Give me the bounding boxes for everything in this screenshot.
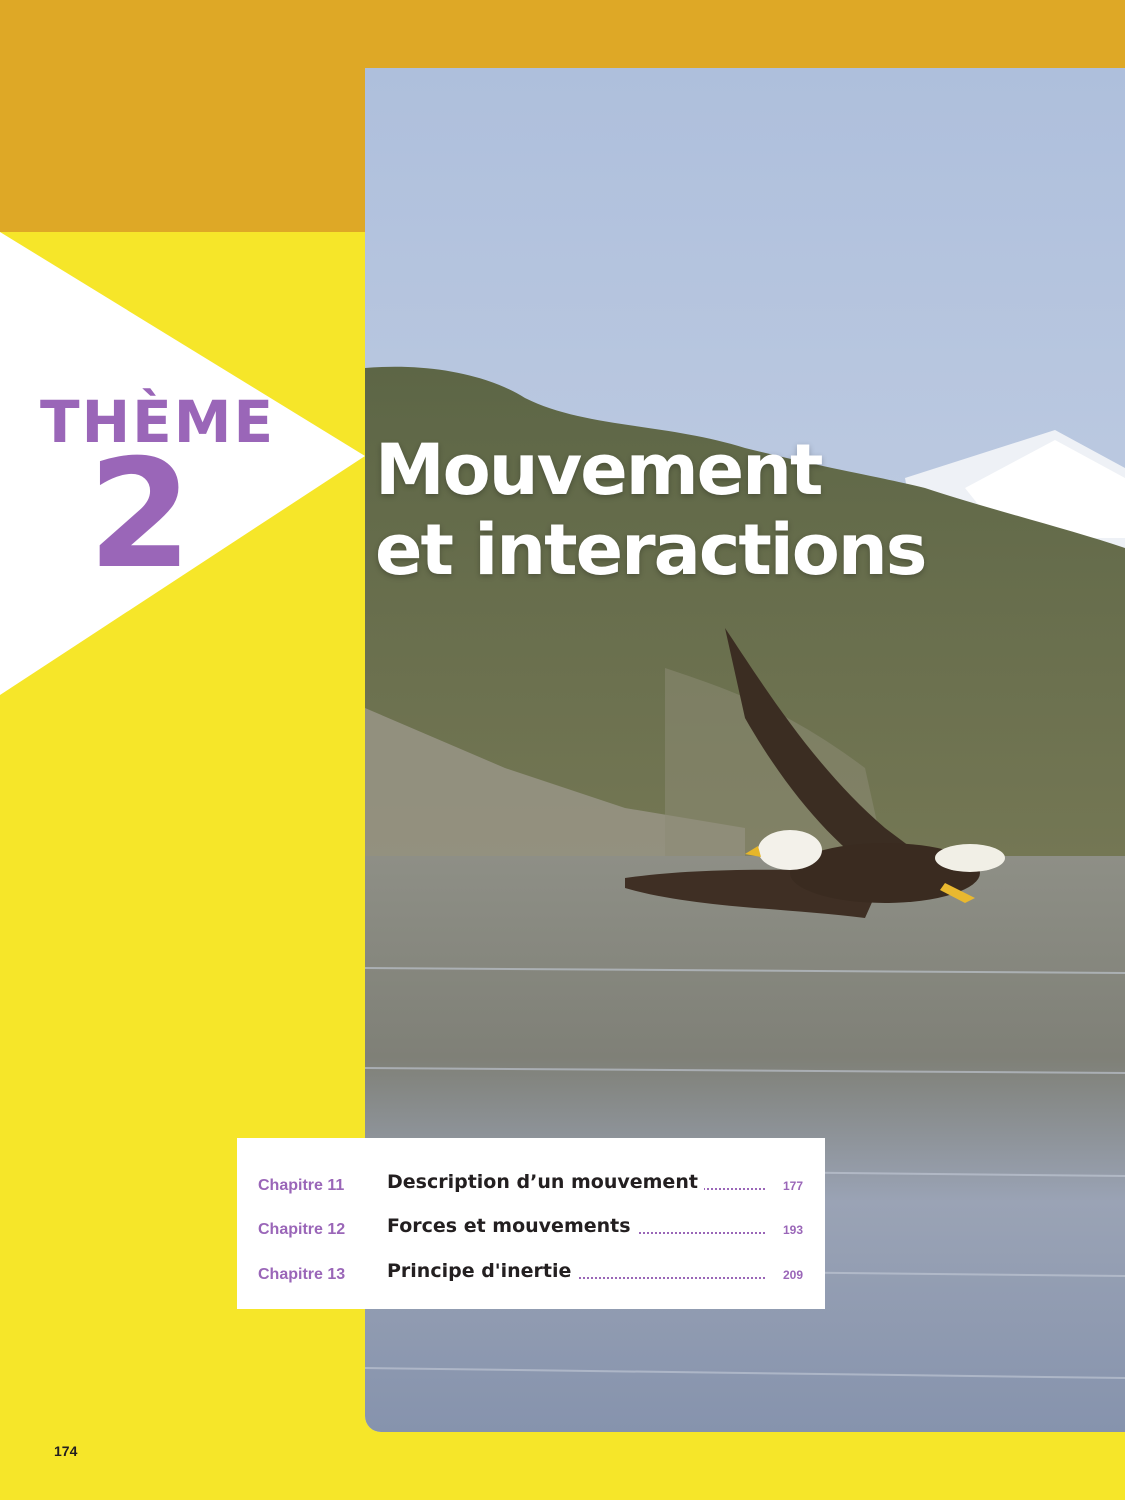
toc-chapter-title: Forces et mouvements bbox=[387, 1215, 637, 1237]
table-of-contents: Chapitre 11 Description d’un mouvement 1… bbox=[237, 1138, 825, 1309]
title-line-1: Mouvement bbox=[375, 429, 823, 511]
toc-page-number: 177 bbox=[782, 1179, 803, 1193]
toc-row[interactable]: Chapitre 12 Forces et mouvements 193 bbox=[237, 1215, 825, 1245]
toc-chapter-title: Principe d'inertie bbox=[387, 1260, 578, 1282]
page-title: Mouvement et interactions bbox=[375, 430, 995, 590]
toc-page-number: 193 bbox=[782, 1223, 803, 1237]
theme-number: 2 bbox=[87, 428, 193, 602]
toc-chapter-label: Chapitre 11 bbox=[258, 1177, 345, 1194]
title-line-2: et interactions bbox=[375, 509, 927, 591]
toc-row[interactable]: Chapitre 11 Description d’un mouvement 1… bbox=[237, 1171, 825, 1201]
toc-chapter-label: Chapitre 12 bbox=[258, 1221, 346, 1238]
page-number: 174 bbox=[54, 1443, 78, 1459]
toc-page-number: 209 bbox=[782, 1268, 803, 1282]
toc-chapter-title: Description d’un mouvement bbox=[387, 1171, 704, 1193]
toc-chapter-label: Chapitre 13 bbox=[258, 1266, 346, 1283]
toc-row[interactable]: Chapitre 13 Principe d'inertie 209 bbox=[237, 1260, 825, 1290]
